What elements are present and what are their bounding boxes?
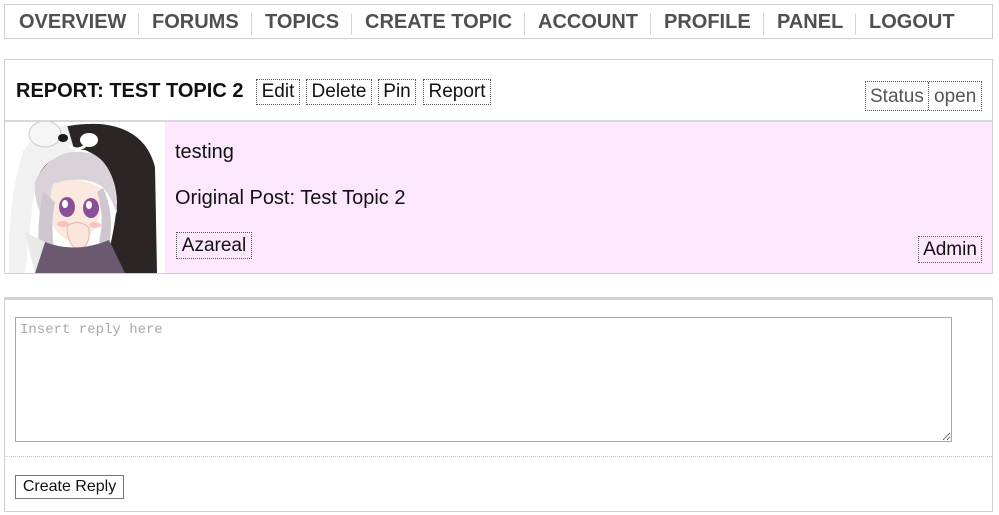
nav-separator bbox=[650, 13, 651, 35]
nav-panel[interactable]: PANEL bbox=[777, 5, 843, 38]
avatar bbox=[5, 122, 165, 273]
topic-title: REPORT: TEST TOPIC 2 bbox=[16, 80, 244, 102]
post-content: testing bbox=[175, 141, 234, 163]
nav-separator bbox=[138, 13, 139, 35]
nav-separator bbox=[251, 13, 252, 35]
author-badge[interactable]: Azareal bbox=[176, 232, 252, 259]
top-navigation: OVERVIEW FORUMS TOPICS CREATE TOPIC ACCO… bbox=[4, 4, 993, 39]
post-item: testing Original Post: Test Topic 2 Azar… bbox=[5, 122, 992, 273]
edit-button[interactable]: Edit bbox=[256, 79, 300, 105]
nav-profile[interactable]: PROFILE bbox=[664, 5, 751, 38]
delete-button[interactable]: Delete bbox=[306, 79, 372, 105]
original-post-link[interactable]: Original Post: Test Topic 2 bbox=[175, 187, 406, 210]
nav-logout[interactable]: LOGOUT bbox=[869, 5, 955, 38]
status-badge: Status open bbox=[865, 81, 982, 111]
topic-header: REPORT: TEST TOPIC 2 Edit Delete Pin Rep… bbox=[5, 60, 992, 122]
nav-topics[interactable]: TOPICS bbox=[265, 5, 339, 38]
reply-panel: Create Reply bbox=[4, 297, 993, 512]
anime-avatar-image bbox=[5, 122, 165, 273]
nav-separator bbox=[524, 13, 525, 35]
reply-textarea[interactable] bbox=[15, 317, 952, 442]
status-label: Status bbox=[870, 82, 929, 110]
reply-divider bbox=[5, 456, 992, 457]
nav-separator bbox=[763, 13, 764, 35]
nav-account[interactable]: ACCOUNT bbox=[538, 5, 638, 38]
status-value: open bbox=[934, 86, 977, 107]
nav-separator bbox=[855, 13, 856, 35]
nav-separator bbox=[351, 13, 352, 35]
create-reply-button[interactable]: Create Reply bbox=[15, 475, 124, 499]
topic-panel: REPORT: TEST TOPIC 2 Edit Delete Pin Rep… bbox=[4, 59, 993, 274]
role-badge: Admin bbox=[918, 236, 982, 263]
nav-overview[interactable]: OVERVIEW bbox=[19, 5, 126, 38]
nav-forums[interactable]: FORUMS bbox=[152, 5, 239, 38]
nav-create-topic[interactable]: CREATE TOPIC bbox=[365, 5, 512, 38]
report-button[interactable]: Report bbox=[423, 79, 491, 105]
pin-button[interactable]: Pin bbox=[378, 79, 416, 105]
